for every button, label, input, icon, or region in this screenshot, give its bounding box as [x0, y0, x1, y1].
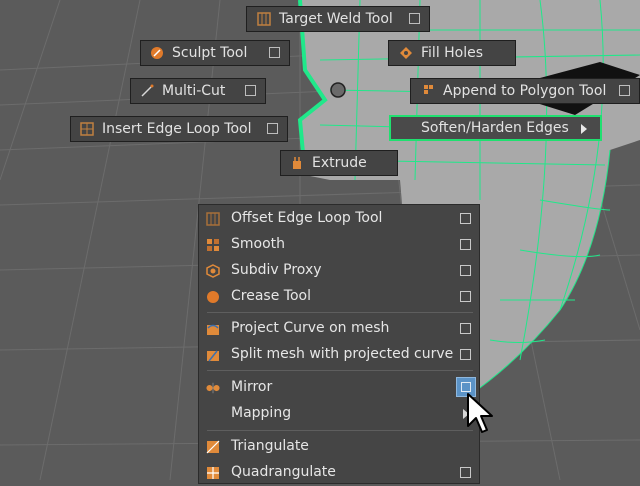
submenu-arrow-icon — [581, 124, 587, 134]
extrude-label: Extrude — [312, 155, 367, 171]
vertex-marker — [330, 82, 346, 98]
menu-item-crease-tool[interactable]: Crease Tool — [199, 284, 479, 310]
menu-separator — [207, 370, 473, 371]
menu-item-offset-edge-loop[interactable]: Offset Edge Loop Tool — [199, 206, 479, 232]
append-polygon-icon — [424, 85, 433, 94]
insert-edge-loop-option-box[interactable] — [267, 123, 278, 134]
menu-item-split-mesh[interactable]: Split mesh with projected curve — [199, 342, 479, 368]
menu-item-subdiv-proxy[interactable]: Subdiv Proxy — [199, 258, 479, 284]
sculpt-option-box[interactable] — [269, 47, 280, 58]
project-curve-icon — [207, 324, 219, 335]
menu-item-label: Project Curve on mesh — [231, 320, 390, 336]
soften-harden-edges-button[interactable]: Soften/Harden Edges — [389, 115, 602, 141]
menu-item-quadrangulate[interactable]: Quadrangulate — [199, 460, 479, 486]
extrude-icon — [293, 157, 301, 169]
menu-item-smooth[interactable]: Smooth — [199, 232, 479, 258]
menu-item-label: Smooth — [231, 236, 286, 252]
menu-item-triangulate[interactable]: Triangulate — [199, 434, 479, 460]
multi-cut-button[interactable]: Multi-Cut — [130, 78, 266, 104]
menu-item-label: Subdiv Proxy — [231, 262, 322, 278]
menu-item-label: Offset Edge Loop Tool — [231, 210, 383, 226]
menu-separator — [207, 430, 473, 431]
multi-cut-icon — [141, 84, 154, 97]
target-weld-tool-button[interactable]: Target Weld Tool — [246, 6, 430, 32]
option-box[interactable] — [460, 467, 471, 478]
option-box[interactable] — [460, 239, 471, 250]
append-polygon-label: Append to Polygon Tool — [443, 83, 607, 99]
menu-item-mapping[interactable]: Mapping — [199, 401, 479, 427]
fill-holes-icon — [400, 47, 412, 59]
sculpt-icon — [151, 47, 163, 59]
crease-tool-icon — [207, 291, 219, 303]
extrude-button[interactable]: Extrude — [280, 150, 398, 176]
triangulate-icon — [206, 440, 220, 454]
menu-item-label: Crease Tool — [231, 288, 311, 304]
multi-cut-label: Multi-Cut — [162, 83, 226, 99]
option-box[interactable] — [460, 213, 471, 224]
option-box[interactable] — [460, 349, 471, 360]
sculpt-tool-button[interactable]: Sculpt Tool — [140, 40, 290, 66]
insert-edge-loop-label: Insert Edge Loop Tool — [102, 121, 252, 137]
target-weld-option-box[interactable] — [409, 13, 420, 24]
menu-item-label: Mapping — [231, 405, 292, 421]
subdiv-proxy-icon — [206, 264, 220, 278]
menu-item-label: Mirror — [231, 379, 273, 395]
target-weld-label: Target Weld Tool — [279, 11, 393, 27]
option-box[interactable] — [460, 323, 471, 334]
option-box[interactable] — [460, 291, 471, 302]
menu-item-label: Triangulate — [231, 438, 309, 454]
smooth-icon — [207, 239, 219, 251]
offset-edge-loop-icon — [206, 212, 220, 226]
quadrangulate-icon — [207, 467, 219, 479]
insert-edge-loop-button[interactable]: Insert Edge Loop Tool — [70, 116, 288, 142]
menu-item-label: Quadrangulate — [231, 464, 336, 480]
menu-item-project-curve[interactable]: Project Curve on mesh — [199, 316, 479, 342]
menu-item-mirror[interactable]: Mirror — [199, 375, 479, 401]
mouse-cursor-icon — [467, 393, 493, 433]
fill-holes-button[interactable]: Fill Holes — [388, 40, 516, 66]
multi-cut-option-box[interactable] — [245, 85, 256, 96]
mesh-tools-menu: Offset Edge Loop Tool Smooth Subdiv Prox… — [198, 204, 480, 484]
append-to-polygon-button[interactable]: Append to Polygon Tool — [410, 78, 640, 104]
menu-separator — [207, 312, 473, 313]
option-box[interactable] — [460, 265, 471, 276]
split-mesh-icon — [207, 350, 219, 362]
mirror-icon — [206, 382, 220, 394]
insert-edge-loop-icon — [80, 122, 94, 136]
sculpt-label: Sculpt Tool — [172, 45, 248, 61]
soften-harden-label: Soften/Harden Edges — [421, 120, 569, 136]
menu-item-label: Split mesh with projected curve — [231, 346, 454, 362]
append-polygon-option-box[interactable] — [619, 85, 630, 96]
target-weld-icon — [257, 12, 271, 26]
fill-holes-label: Fill Holes — [421, 45, 484, 61]
